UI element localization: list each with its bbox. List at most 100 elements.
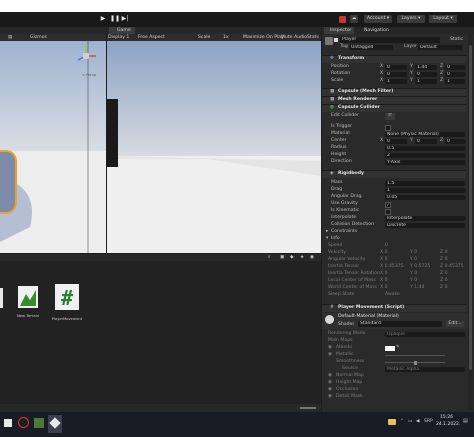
scene-2d-button[interactable]: ▤ <box>8 34 12 41</box>
mesh-filter-header[interactable]: ▦ Capsule (Mesh Filter) <box>322 88 466 96</box>
tab-game[interactable]: Game <box>109 27 135 34</box>
source-dropdown[interactable]: Metallic Alpha <box>385 366 465 373</box>
static-toggle[interactable]: Static <box>450 37 463 43</box>
opera-icon[interactable] <box>18 417 29 428</box>
collision-detection-dropdown[interactable]: Discrete <box>385 222 465 229</box>
center-z-field[interactable]: 0 <box>445 138 465 145</box>
eyedropper-icon[interactable]: ✎ <box>396 345 400 352</box>
player-movement-header[interactable]: # Player Movement (Script) <box>322 304 466 312</box>
play-icon[interactable]: ▶ <box>99 15 107 23</box>
tray-chevron-icon[interactable]: ⌃ <box>400 419 404 424</box>
network-icon[interactable]: ▭ <box>408 419 412 424</box>
mesh-renderer-header[interactable]: ▦ Mesh Renderer <box>322 96 466 104</box>
gizmos-dropdown[interactable]: Gizmos <box>30 34 47 41</box>
notifications-icon[interactable]: ▤ <box>463 418 468 424</box>
tag-label: Tag <box>340 44 348 49</box>
mass-field[interactable]: 1.5 <box>385 180 465 187</box>
edit-collider-button[interactable]: ⤧ <box>385 113 395 120</box>
tab-navigation[interactable]: Navigation <box>364 27 389 34</box>
albedo-color-swatch[interactable] <box>385 345 395 352</box>
partial-asset[interactable] <box>0 288 3 308</box>
position-y-field[interactable]: 1.44 <box>415 64 437 71</box>
windows-start-icon[interactable] <box>4 419 12 427</box>
speaker-icon[interactable]: ◀ <box>416 419 419 424</box>
account-dropdown[interactable]: Account ▾ <box>364 15 392 23</box>
clock-date[interactable]: 24.1.2022. <box>436 422 460 427</box>
layout-dropdown[interactable]: Layout ▾ <box>429 15 457 23</box>
asset-player-movement[interactable]: # PlayerMovement <box>52 282 82 321</box>
smoothness-slider-handle[interactable] <box>414 360 417 365</box>
rotation-z-field[interactable]: 0 <box>445 71 465 78</box>
layers-dropdown[interactable]: Layers ▾ <box>397 15 425 23</box>
clock-time[interactable]: 15:26 <box>440 415 453 420</box>
object-name-field[interactable]: Player <box>340 37 440 43</box>
detail-mask-slot-icon[interactable]: ◉ <box>328 394 332 401</box>
metallic-slot-icon[interactable]: ◉ <box>328 352 332 359</box>
angular-drag-field[interactable]: 0.05 <box>385 194 465 201</box>
filter-icon[interactable]: ▣ <box>280 254 284 261</box>
occlusion-slot-icon[interactable]: ◉ <box>328 387 332 394</box>
shader-dropdown[interactable]: Standard <box>358 321 442 327</box>
info-row[interactable]: ▾ Info <box>322 236 466 243</box>
stats-button[interactable]: Stats <box>307 34 319 41</box>
rotation-x-field[interactable]: 0 <box>385 71 407 78</box>
notification-app-icon[interactable] <box>388 419 396 425</box>
tag-layer-row: Tag Untagged Layer Default <box>322 44 466 51</box>
collab-icon[interactable] <box>339 16 346 23</box>
transform-header[interactable]: ✥ Transform <box>322 55 466 63</box>
center-row: Center X0 Y0 Z0 <box>322 138 466 145</box>
active-checkbox[interactable] <box>334 38 338 42</box>
is-kinematic-label: Is Kinematic <box>331 208 360 213</box>
zoom-slider[interactable] <box>300 407 316 409</box>
collider-material-field[interactable]: None (Physic Material) <box>385 131 465 138</box>
scale-z-field[interactable]: 1 <box>445 78 465 85</box>
scene-gizmo[interactable]: < Persp <box>74 42 98 77</box>
drag-field[interactable]: 1 <box>385 187 465 194</box>
interpolate-dropdown[interactable]: Interpolate <box>385 215 465 222</box>
pause-icon[interactable]: ❚❚ <box>110 15 120 23</box>
center-x-field[interactable]: 0 <box>385 138 407 145</box>
label-icon[interactable]: ◆ <box>290 254 294 261</box>
shader-edit-button[interactable]: Edit... <box>446 321 464 327</box>
scale-y-field[interactable]: 1 <box>415 78 437 85</box>
albedo-slot-icon[interactable]: ◉ <box>328 345 332 352</box>
project-search-icon[interactable]: ⌕ <box>268 254 271 261</box>
tab-inspector[interactable]: Inspector <box>324 27 354 34</box>
layer-dropdown[interactable]: Default <box>418 44 462 51</box>
radius-field[interactable]: 0.5 <box>385 145 465 152</box>
asset-new-terrain[interactable]: New Terrain <box>16 284 40 318</box>
star-icon[interactable]: ★ <box>300 254 304 261</box>
height-map-slot-icon[interactable]: ◉ <box>328 380 332 387</box>
maximize-on-play-button[interactable]: Maximize On Play <box>243 34 284 41</box>
hidden-count-icon[interactable]: ◉ <box>310 254 314 261</box>
scale-x-field[interactable]: 1 <box>385 78 407 85</box>
normal-map-slot-icon[interactable]: ◉ <box>328 373 332 380</box>
tag-dropdown[interactable]: Untagged <box>349 44 393 51</box>
rendering-mode-dropdown[interactable]: Opaque <box>385 331 465 338</box>
position-z-field[interactable]: 0 <box>445 64 465 71</box>
aspect-dropdown[interactable]: Free Aspect <box>138 34 165 41</box>
display-dropdown[interactable]: Display 1 <box>108 34 129 41</box>
unity-taskbar-button[interactable] <box>48 415 62 433</box>
inspector-scrollbar-thumb[interactable] <box>469 45 472 370</box>
material-header[interactable]: Default-Material (Material) Shader Stand… <box>322 313 468 329</box>
asset-label: New Terrain <box>16 313 40 318</box>
capsule-collider-header[interactable]: ◍ Capsule Collider <box>322 104 466 112</box>
step-icon[interactable]: ▶| <box>121 15 129 23</box>
drag-label: Drag <box>331 187 343 192</box>
metallic-slider[interactable] <box>385 355 445 356</box>
direction-dropdown[interactable]: Y-Axis <box>385 159 465 166</box>
center-y-field[interactable]: 0 <box>415 138 437 145</box>
rotation-y-field[interactable]: 0 <box>415 71 437 78</box>
height-field[interactable]: 2 <box>385 152 465 159</box>
constraints-row[interactable]: ▸ Constraints <box>322 229 466 236</box>
sleep-state-value: Awake <box>385 292 400 297</box>
minecraft-icon[interactable] <box>34 418 44 428</box>
cloud-icon[interactable]: ☁ <box>350 15 358 23</box>
position-x-field[interactable]: 0 <box>385 64 407 71</box>
rigidbody-header[interactable]: ◈ Rigidbody <box>322 170 466 178</box>
language-indicator[interactable]: SRP <box>424 419 433 424</box>
drag-row: Drag 1 <box>322 187 466 194</box>
mute-audio-button[interactable]: Mute Audio <box>281 34 307 41</box>
game-view[interactable] <box>107 41 321 253</box>
